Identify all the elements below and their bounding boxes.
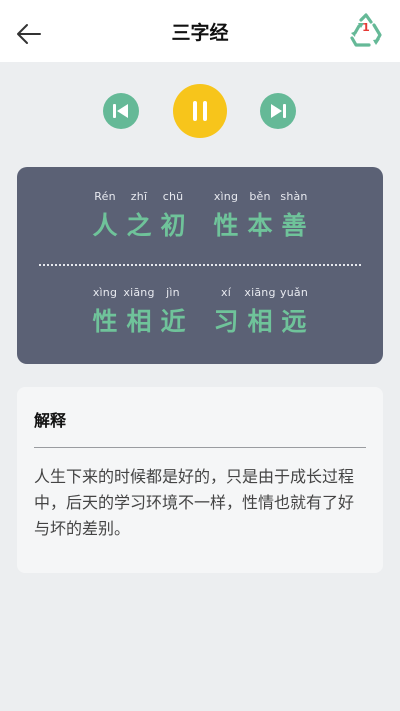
hanzi: 相 bbox=[126, 307, 152, 336]
pinyin: shàn bbox=[280, 190, 308, 203]
verse-char: shàn 善 bbox=[277, 189, 311, 243]
previous-icon bbox=[113, 104, 128, 118]
hanzi: 相 bbox=[247, 307, 273, 336]
verse-char: xìng 性 bbox=[209, 189, 243, 243]
hanzi: 初 bbox=[160, 211, 186, 240]
top-bar: 三字经 1 bbox=[0, 0, 400, 62]
pinyin: jìn bbox=[166, 286, 180, 299]
previous-button[interactable] bbox=[103, 93, 139, 129]
hanzi: 性 bbox=[213, 211, 239, 240]
verse-char: xiāng 相 bbox=[122, 285, 156, 339]
verse-char: xìng 性 bbox=[88, 285, 122, 339]
hanzi: 远 bbox=[281, 307, 307, 336]
pinyin: xí bbox=[221, 286, 231, 299]
next-button[interactable] bbox=[260, 93, 296, 129]
pinyin: xìng bbox=[213, 190, 239, 203]
pinyin: xiāng bbox=[123, 286, 155, 299]
hanzi: 善 bbox=[281, 211, 307, 240]
verse-char: Rén 人 bbox=[88, 189, 122, 243]
recycle-button[interactable]: 1 bbox=[347, 13, 385, 49]
pinyin: Rén bbox=[94, 190, 116, 203]
pinyin: zhī bbox=[130, 190, 148, 203]
verse-char: xí 习 bbox=[209, 285, 243, 339]
pinyin: xìng bbox=[92, 286, 118, 299]
hanzi: 习 bbox=[213, 307, 239, 336]
verse-char: běn 本 bbox=[243, 189, 277, 243]
pinyin: xiāng bbox=[244, 286, 276, 299]
explanation-divider bbox=[34, 447, 366, 448]
verse-char: xiāng 相 bbox=[243, 285, 277, 339]
verse-char: chū 初 bbox=[156, 189, 190, 243]
pause-icon bbox=[193, 101, 207, 121]
hanzi: 近 bbox=[160, 307, 186, 336]
verse-char: zhī 之 bbox=[122, 189, 156, 243]
explanation-heading: 解释 bbox=[34, 411, 67, 430]
next-icon bbox=[271, 104, 286, 118]
pause-button[interactable] bbox=[173, 84, 227, 138]
pinyin: běn bbox=[249, 190, 271, 203]
pinyin: yuǎn bbox=[280, 286, 308, 299]
explanation-text: 人生下来的时候都是好的，只是由于成长过程中，后天的学习环境不一样，性情也就有了好… bbox=[34, 467, 355, 538]
hanzi: 人 bbox=[92, 211, 118, 240]
hanzi: 之 bbox=[126, 211, 152, 240]
verse-char: yuǎn 远 bbox=[277, 285, 311, 339]
pinyin: chū bbox=[162, 190, 184, 203]
explanation-card: 解释 人生下来的时候都是好的，只是由于成长过程中，后天的学习环境不一样，性情也就… bbox=[17, 387, 383, 573]
recycle-badge: 1 bbox=[362, 21, 370, 34]
hanzi: 性 bbox=[92, 307, 118, 336]
verse-card: Rén 人 zhī 之 chū 初 xìng 性 běn 本 shàn 善 xì… bbox=[17, 167, 383, 364]
verse-char: jìn 近 bbox=[156, 285, 190, 339]
page-title: 三字经 bbox=[171, 22, 229, 44]
dotted-divider bbox=[39, 264, 361, 266]
hanzi: 本 bbox=[247, 211, 273, 240]
